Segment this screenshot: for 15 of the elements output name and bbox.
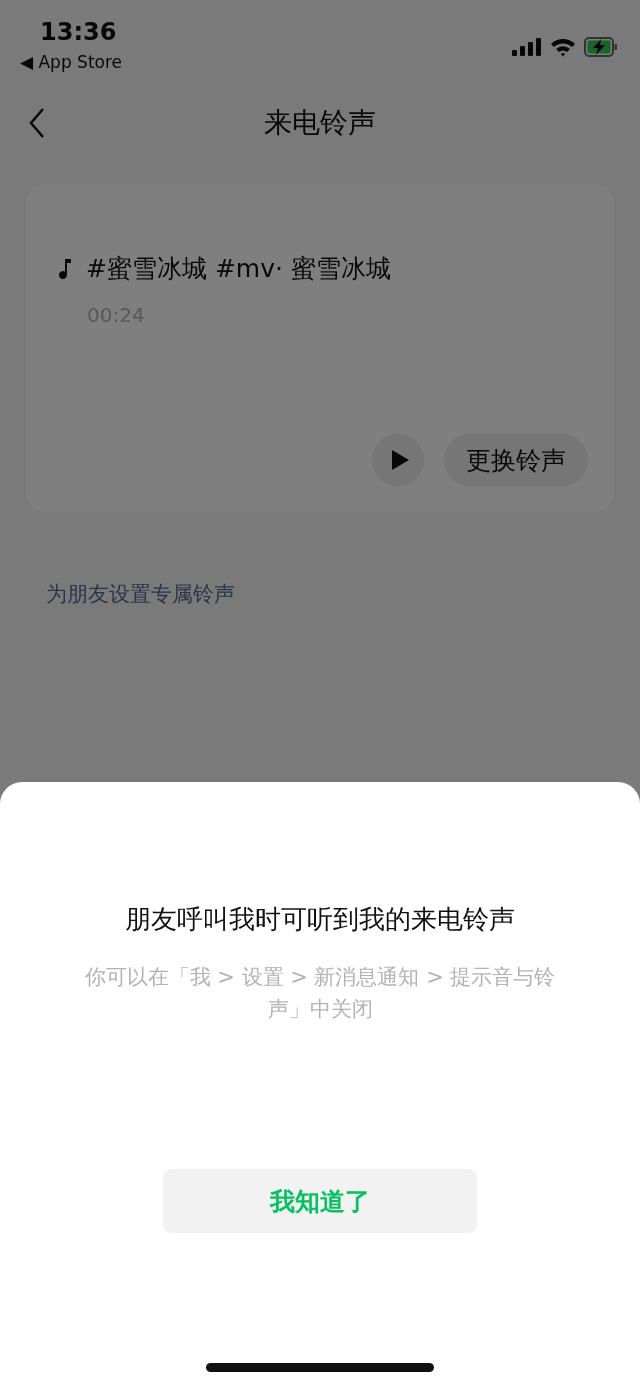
ringtone-title: #蜜雪冰城 #mv· 蜜雪冰城: [86, 253, 391, 285]
wifi-icon: [550, 37, 576, 57]
status-time: 13:36: [39, 18, 118, 46]
change-ringtone-button[interactable]: 更换铃声: [444, 434, 588, 486]
battery-charging-icon: [584, 37, 618, 57]
music-note-icon: [58, 257, 72, 280]
sheet-title: 朋友呼叫我时可听到我的来电铃声: [125, 903, 515, 936]
page-title: 来电铃声: [264, 105, 376, 141]
play-button[interactable]: [372, 434, 424, 486]
back-icon[interactable]: [28, 107, 46, 139]
sheet-message: 你可以在「我 > 设置 > 新消息通知 > 提示音与铃声」中关闭: [83, 964, 557, 1023]
back-to-app-link[interactable]: ◀ App Store: [20, 52, 123, 72]
play-icon: [390, 449, 410, 471]
friend-ringtone-link[interactable]: 为朋友设置专属铃声: [46, 580, 235, 608]
signal-icon: [512, 38, 542, 56]
